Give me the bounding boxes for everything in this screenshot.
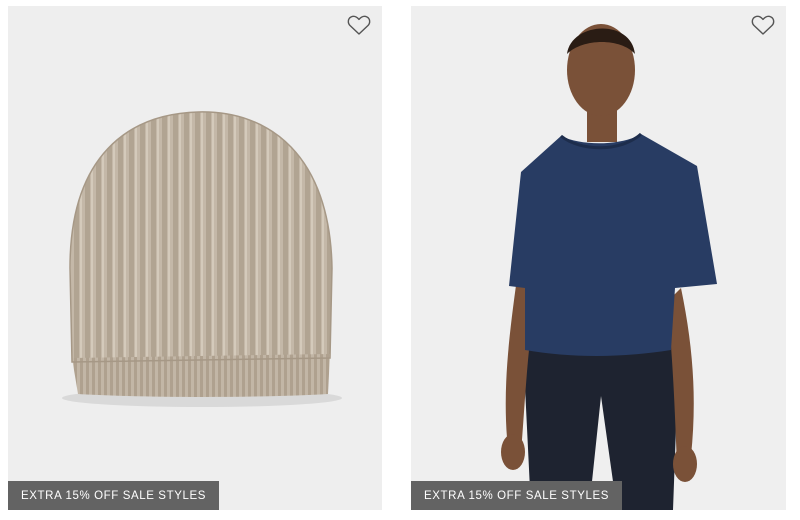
product-image-tee[interactable] — [411, 6, 786, 510]
beanie-illustration — [8, 6, 382, 510]
heart-outline-icon — [751, 15, 775, 35]
heart-outline-icon — [347, 15, 371, 35]
product-card[interactable]: EXTRA 15% OFF SALE STYLES — [8, 6, 382, 510]
sale-badge: EXTRA 15% OFF SALE STYLES — [411, 481, 623, 510]
sale-badge: EXTRA 15% OFF SALE STYLES — [8, 481, 220, 510]
product-card[interactable]: EXTRA 15% OFF SALE STYLES — [411, 6, 786, 510]
product-image-beanie[interactable] — [8, 6, 382, 510]
wishlist-heart-button[interactable] — [346, 13, 372, 37]
model-illustration — [411, 6, 786, 510]
wishlist-heart-button[interactable] — [750, 13, 776, 37]
product-grid: EXTRA 15% OFF SALE STYLES EXTRA 15% OFF … — [0, 0, 800, 520]
